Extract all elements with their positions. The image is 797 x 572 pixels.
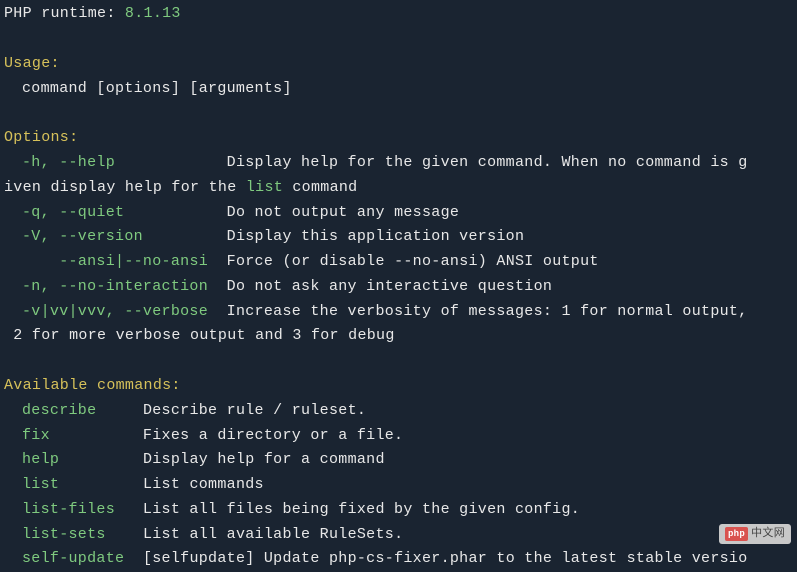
spacer bbox=[4, 349, 797, 374]
command-row: list List commands bbox=[4, 473, 797, 498]
option-row: -v|vv|vvv, --verbose Increase the verbos… bbox=[4, 300, 797, 325]
option-desc: Display this application version bbox=[227, 228, 525, 245]
options-heading: Options: bbox=[4, 126, 797, 151]
option-row: -q, --quiet Do not output any message bbox=[4, 201, 797, 226]
option-desc: Display help for the given command. When… bbox=[227, 154, 748, 171]
command-desc: List all available RuleSets. bbox=[143, 526, 403, 543]
command-desc: List commands bbox=[143, 476, 264, 493]
watermark-badge: php bbox=[725, 527, 748, 542]
command-row: list-sets List all available RuleSets. bbox=[4, 523, 797, 548]
command-row: help Display help for a command bbox=[4, 448, 797, 473]
usage-text: command [options] [arguments] bbox=[4, 77, 797, 102]
command-name: list bbox=[22, 476, 59, 493]
option-flag: -n, --no-interaction bbox=[22, 278, 208, 295]
option-continuation: iven display help for the list command bbox=[4, 176, 797, 201]
option-row: -n, --no-interaction Do not ask any inte… bbox=[4, 275, 797, 300]
command-name: describe bbox=[22, 402, 96, 419]
command-name: list-files bbox=[22, 501, 115, 518]
command-name: list-sets bbox=[22, 526, 106, 543]
option-flag: -q, --quiet bbox=[22, 204, 124, 221]
option-row: -V, --version Display this application v… bbox=[4, 225, 797, 250]
command-row: self-update [selfupdate] Update php-cs-f… bbox=[4, 547, 797, 572]
option-row: -h, --help Display help for the given co… bbox=[4, 151, 797, 176]
option-desc: Force (or disable --no-ansi) ANSI output bbox=[227, 253, 599, 270]
option-flag: -h, --help bbox=[22, 154, 115, 171]
list-highlight: list bbox=[246, 179, 283, 196]
option-row: --ansi|--no-ansi Force (or disable --no-… bbox=[4, 250, 797, 275]
option-continuation: 2 for more verbose output and 3 for debu… bbox=[4, 324, 797, 349]
watermark-text: 中文网 bbox=[751, 525, 785, 543]
commands-heading: Available commands: bbox=[4, 374, 797, 399]
command-row: list-files List all files being fixed by… bbox=[4, 498, 797, 523]
usage-heading: Usage: bbox=[4, 52, 797, 77]
command-name: self-update bbox=[22, 550, 124, 567]
watermark: php 中文网 bbox=[719, 524, 791, 544]
command-desc: [selfupdate] Update php-cs-fixer.phar to… bbox=[143, 550, 748, 567]
spacer bbox=[4, 101, 797, 126]
option-desc: Do not output any message bbox=[227, 204, 460, 221]
command-row: fix Fixes a directory or a file. bbox=[4, 424, 797, 449]
command-desc: Fixes a directory or a file. bbox=[143, 427, 403, 444]
option-desc: Increase the verbosity of messages: 1 fo… bbox=[227, 303, 748, 320]
option-flag: -v|vv|vvv, --verbose bbox=[22, 303, 208, 320]
spacer bbox=[4, 27, 797, 52]
command-desc: Describe rule / ruleset. bbox=[143, 402, 366, 419]
command-name: help bbox=[22, 451, 59, 468]
runtime-line: PHP runtime: 8.1.13 bbox=[4, 2, 797, 27]
option-flag: -V, --version bbox=[22, 228, 143, 245]
runtime-version: 8.1.13 bbox=[125, 5, 181, 22]
runtime-label: PHP runtime: bbox=[4, 5, 125, 22]
command-desc: List all files being fixed by the given … bbox=[143, 501, 580, 518]
command-row: describe Describe rule / ruleset. bbox=[4, 399, 797, 424]
option-flag: --ansi|--no-ansi bbox=[59, 253, 208, 270]
command-name: fix bbox=[22, 427, 50, 444]
command-desc: Display help for a command bbox=[143, 451, 385, 468]
option-desc: Do not ask any interactive question bbox=[227, 278, 553, 295]
